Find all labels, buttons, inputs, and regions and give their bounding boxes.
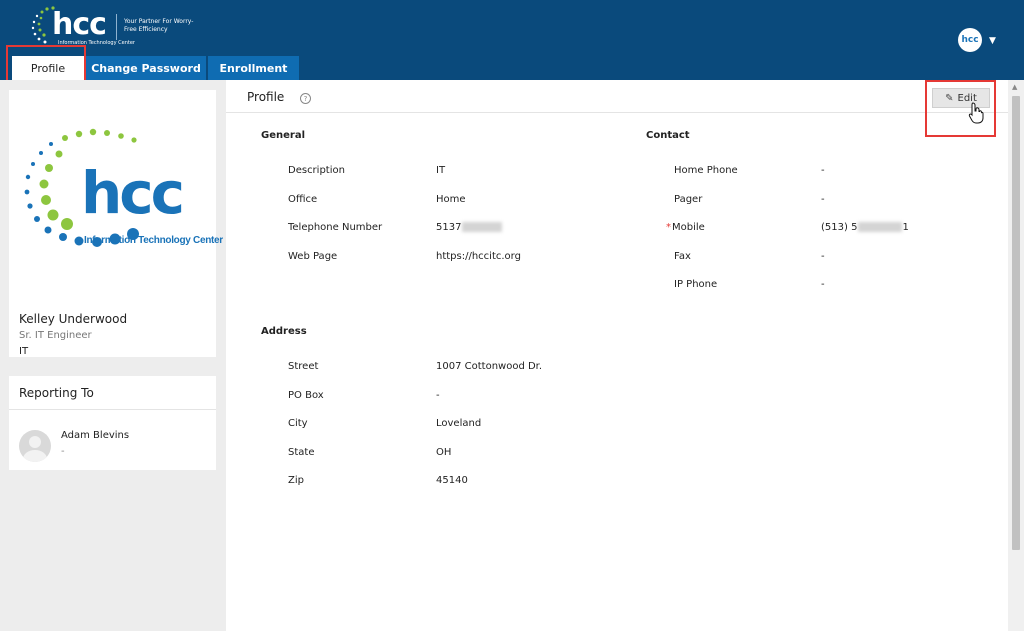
field-value: Loveland: [436, 418, 482, 429]
scroll-thumb[interactable]: [1012, 96, 1020, 550]
field-value: (513) 5 1: [821, 222, 909, 233]
user-department: IT: [19, 346, 29, 357]
field-value: -: [821, 194, 825, 205]
field-label: PO Box: [288, 390, 324, 401]
hand-cursor-icon: [968, 102, 984, 124]
section-address: Address: [261, 326, 307, 337]
field-label: Telephone Number: [288, 222, 383, 233]
field-label: Home Phone: [674, 165, 738, 176]
field-label: Description: [288, 165, 345, 176]
field-label: Street: [288, 361, 319, 372]
field-value: 1007 Cottonwood Dr.: [436, 361, 543, 372]
field-label: Zip: [288, 475, 304, 486]
left-sidebar: hcc Information Technology Center Kelley…: [0, 80, 226, 631]
section-contact: Contact: [646, 130, 690, 141]
field-label: Office: [288, 194, 318, 205]
tab-change-password[interactable]: Change Password: [86, 56, 206, 80]
divider: [226, 112, 1008, 113]
field-value: 5137: [436, 222, 503, 233]
mobile-value-end: 1: [902, 222, 909, 233]
header-tagline: Your Partner For Worry-Free Efficiency: [124, 18, 194, 33]
logo-subtitle: Information Technology Center: [84, 235, 223, 246]
field-value: -: [436, 390, 440, 401]
manager-subtitle: -: [61, 446, 65, 457]
logo-word: hcc: [52, 7, 107, 42]
vertical-scrollbar[interactable]: ▲: [1008, 80, 1024, 631]
telephone-value: 5137: [436, 222, 462, 233]
header-divider: [116, 14, 117, 40]
profile-card: hcc Information Technology Center Kelley…: [9, 90, 223, 357]
field-value: 45140: [436, 475, 468, 486]
logo-word: hcc: [81, 159, 185, 227]
field-value: IT: [436, 165, 446, 176]
logo-subtitle: Information Technology Center: [58, 40, 135, 46]
page-title: Profile: [247, 90, 285, 104]
field-label: *Mobile: [666, 222, 705, 233]
field-label: Pager: [674, 194, 703, 205]
redacted-block: [462, 222, 503, 232]
field-value: -: [821, 165, 825, 176]
mobile-label: Mobile: [672, 222, 705, 233]
mobile-value: (513) 5: [821, 222, 858, 233]
field-label: City: [288, 418, 308, 429]
manager-name[interactable]: Adam Blevins: [61, 430, 129, 441]
field-label: Web Page: [288, 251, 338, 262]
section-general: General: [261, 130, 305, 141]
scroll-up-icon[interactable]: ▲: [1012, 83, 1017, 91]
reporting-to-card: Reporting To Adam Blevins -: [9, 376, 216, 470]
field-label: State: [288, 447, 315, 458]
user-title: Sr. IT Engineer: [19, 330, 92, 341]
pencil-icon: ✎: [945, 92, 954, 104]
user-name: Kelley Underwood: [19, 312, 128, 326]
field-value: OH: [436, 447, 452, 458]
help-icon[interactable]: ?: [300, 93, 311, 104]
reporting-to-title: Reporting To: [19, 386, 94, 400]
chevron-down-icon[interactable]: ▼: [989, 36, 996, 46]
field-label: IP Phone: [674, 279, 718, 290]
hcc-large-logo: hcc Information Technology Center: [13, 122, 223, 272]
user-avatar-icon[interactable]: hcc: [958, 28, 982, 52]
field-value: -: [821, 279, 825, 290]
profile-panel: Profile ? ✎ Edit General Description IT …: [226, 80, 1008, 631]
tab-profile[interactable]: Profile: [12, 56, 84, 80]
field-value: Home: [436, 194, 466, 205]
field-value[interactable]: https://hccitc.org: [436, 251, 521, 262]
tab-enrollment[interactable]: Enrollment: [208, 56, 299, 80]
hcc-logo[interactable]: hcc Information Technology Center: [28, 4, 135, 48]
divider: [9, 409, 216, 410]
field-value: -: [821, 251, 825, 262]
required-marker: *: [666, 222, 671, 233]
field-label: Fax: [674, 251, 691, 262]
redacted-block: [858, 222, 903, 232]
avatar[interactable]: [19, 430, 51, 462]
